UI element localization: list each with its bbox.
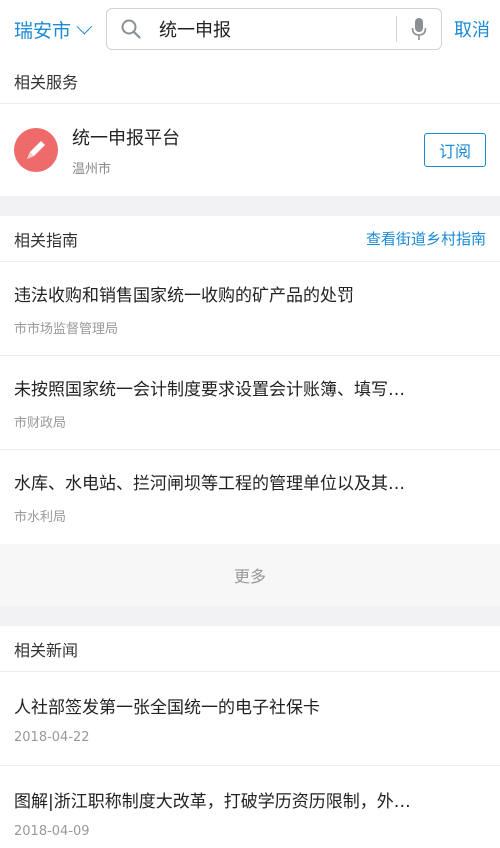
guide-item[interactable]: 违法收购和销售国家统一收购的矿产品的处罚 市市场监督管理局 bbox=[0, 262, 500, 356]
pen-icon bbox=[14, 128, 58, 172]
section-title: 相关服务 bbox=[14, 72, 79, 92]
search-icon bbox=[107, 19, 155, 39]
service-name: 统一申报平台 bbox=[72, 127, 180, 149]
top-bar: 瑞安市 取消 bbox=[0, 0, 500, 58]
guide-title: 违法收购和销售国家统一收购的矿产品的处罚 bbox=[14, 285, 354, 306]
news-item[interactable]: 人社部签发第一张全国统一的电子社保卡 2018-04-22 bbox=[0, 672, 500, 766]
section-title: 相关新闻 bbox=[14, 640, 79, 660]
city-selector[interactable]: 瑞安市 bbox=[14, 16, 106, 43]
service-item[interactable]: 统一申报平台 温州市 订阅 bbox=[0, 104, 500, 196]
subscribe-button[interactable]: 订阅 bbox=[424, 133, 486, 167]
city-label: 瑞安市 bbox=[14, 19, 72, 42]
news-item[interactable]: 图解|浙江职称制度大改革，打破学历资历限制，外… 2018-04-09 bbox=[0, 766, 500, 848]
service-region: 温州市 bbox=[72, 161, 112, 177]
more-button[interactable]: 更多 bbox=[0, 544, 500, 606]
guide-source: 市市场监督管理局 bbox=[14, 321, 119, 337]
guide-source: 市水利局 bbox=[14, 510, 67, 525]
guide-title: 水库、水电站、拦河闸坝等工程的管理单位以及其… bbox=[14, 474, 405, 494]
guides-section: 相关指南 查看街道乡村指南 违法收购和销售国家统一收购的矿产品的处罚 市市场监督… bbox=[0, 216, 500, 606]
section-header: 相关新闻 bbox=[0, 626, 500, 672]
chevron-down-icon bbox=[76, 18, 93, 34]
news-title: 图解|浙江职称制度大改革，打破学历资历限制，外… bbox=[14, 791, 411, 812]
section-header: 相关服务 bbox=[0, 58, 500, 104]
street-village-guides-link[interactable]: 查看街道乡村指南 bbox=[366, 228, 486, 249]
news-title: 人社部签发第一张全国统一的电子社保卡 bbox=[14, 697, 320, 718]
guide-item[interactable]: 未按照国家统一会计制度要求设置会计账簿、填写… 市财政局 bbox=[0, 356, 500, 450]
news-section: 相关新闻 人社部签发第一张全国统一的电子社保卡 2018-04-22 图解|浙江… bbox=[0, 626, 500, 848]
section-header: 相关指南 查看街道乡村指南 bbox=[0, 216, 500, 262]
search-box[interactable] bbox=[106, 8, 442, 50]
guide-title: 未按照国家统一会计制度要求设置会计账簿、填写… bbox=[14, 379, 405, 400]
news-date: 2018-04-09 bbox=[14, 823, 90, 839]
microphone-icon[interactable] bbox=[397, 17, 441, 41]
section-title: 相关指南 bbox=[14, 230, 79, 250]
search-input[interactable] bbox=[155, 18, 396, 40]
cancel-button[interactable]: 取消 bbox=[454, 16, 490, 42]
guide-source: 市财政局 bbox=[14, 415, 67, 431]
services-section: 相关服务 统一申报平台 温州市 订阅 bbox=[0, 58, 500, 196]
news-date: 2018-04-22 bbox=[14, 729, 90, 745]
guide-item[interactable]: 水库、水电站、拦河闸坝等工程的管理单位以及其… 市水利局 bbox=[0, 450, 500, 544]
